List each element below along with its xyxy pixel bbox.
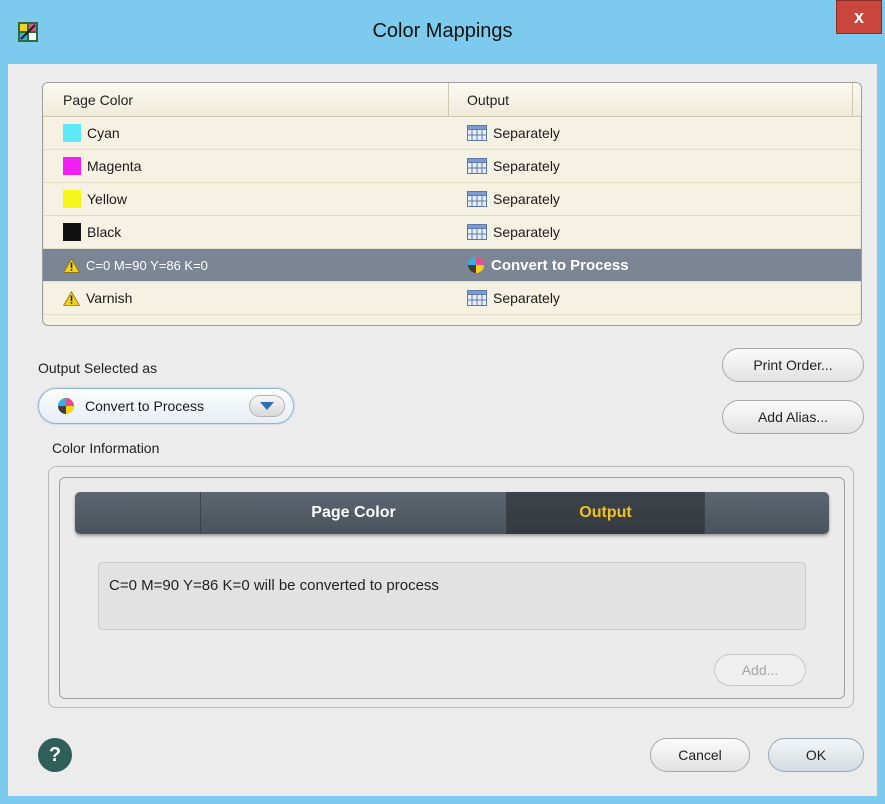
help-icon: ? — [48, 743, 62, 766]
warning-icon — [63, 257, 80, 273]
page-color-name: Magenta — [87, 158, 142, 174]
column-header-output[interactable]: Output — [449, 83, 853, 117]
cancel-button[interactable]: Cancel — [650, 738, 750, 772]
tab-page-color[interactable]: Page Color — [201, 492, 507, 534]
add-button[interactable]: Add... — [714, 654, 806, 686]
table-row[interactable]: Varnish Separately — [43, 282, 861, 315]
table-row[interactable]: Yellow Separately — [43, 183, 861, 216]
color-information-panel: Page Color Output C=0 M=90 Y=86 K=0 will… — [59, 477, 845, 699]
ok-button[interactable]: OK — [768, 738, 864, 772]
output-value: Separately — [493, 224, 560, 240]
color-info-message: C=0 M=90 Y=86 K=0 will be converted to p… — [98, 562, 806, 630]
color-swatch — [63, 190, 81, 208]
page-color-name: Yellow — [87, 191, 127, 207]
color-mappings-window: Color Mappings x Page Color Output Cyan … — [0, 0, 885, 804]
output-value: Separately — [493, 158, 560, 174]
color-information-group: Page Color Output C=0 M=90 Y=86 K=0 will… — [48, 466, 854, 708]
separation-grid-icon — [467, 158, 487, 174]
close-button[interactable]: x — [836, 0, 882, 34]
page-color-name: C=0 M=90 Y=86 K=0 — [86, 257, 208, 273]
close-icon: x — [853, 6, 864, 27]
page-color-name: Varnish — [86, 290, 133, 306]
add-alias-button[interactable]: Add Alias... — [722, 400, 864, 434]
separation-grid-icon — [467, 290, 487, 306]
page-color-name: Black — [87, 224, 122, 240]
color-swatch — [63, 223, 81, 241]
output-selected-dropdown[interactable]: Convert to Process — [38, 388, 294, 424]
color-swatch — [63, 157, 81, 175]
window-title: Color Mappings — [372, 20, 513, 42]
output-selected-label: Output Selected as — [38, 360, 158, 376]
color-swatch — [63, 124, 81, 142]
print-order-button[interactable]: Print Order... — [722, 348, 864, 382]
page-color-name: Cyan — [87, 125, 120, 141]
process-color-icon — [468, 257, 484, 273]
table-row[interactable]: Black Separately — [43, 216, 861, 249]
color-information-label: Color Information — [52, 440, 160, 456]
output-value: Separately — [493, 290, 560, 306]
column-header-page-color[interactable]: Page Color — [43, 83, 449, 117]
output-value: Convert to Process — [491, 256, 629, 274]
info-tab-bar: Page Color Output — [75, 492, 829, 534]
tab-output[interactable]: Output — [507, 492, 705, 534]
process-color-icon — [58, 398, 74, 414]
dialog-body: Page Color Output Cyan Separately Magent — [8, 64, 877, 796]
separation-grid-icon — [467, 191, 487, 207]
separation-grid-icon — [467, 224, 487, 240]
output-value: Separately — [493, 191, 560, 207]
table-row-selected[interactable]: C=0 M=90 Y=86 K=0 Convert to Process — [43, 249, 861, 282]
help-button[interactable]: ? — [38, 738, 72, 772]
chevron-down-icon[interactable] — [249, 395, 285, 417]
separation-grid-icon — [467, 125, 487, 141]
table-header: Page Color Output — [43, 83, 861, 117]
warning-icon — [63, 290, 80, 306]
table-row[interactable]: Cyan Separately — [43, 117, 861, 150]
title-bar[interactable]: Color Mappings x — [0, 0, 885, 64]
color-mapping-table: Page Color Output Cyan Separately Magent — [42, 82, 862, 326]
table-row[interactable]: Magenta Separately — [43, 150, 861, 183]
dropdown-value: Convert to Process — [85, 398, 205, 414]
output-value: Separately — [493, 125, 560, 141]
